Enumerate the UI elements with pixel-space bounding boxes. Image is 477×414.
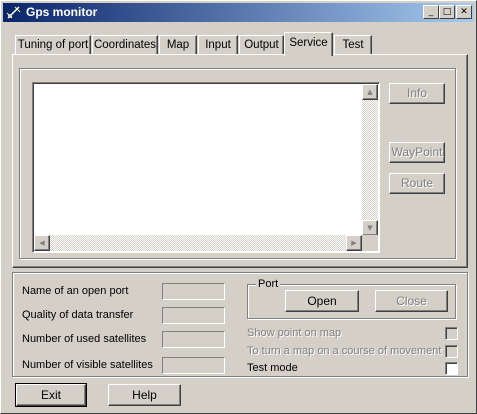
- tab-label: Coordinates: [93, 39, 156, 51]
- scroll-right-button[interactable]: ▶: [346, 235, 362, 251]
- tab-label: Service: [289, 37, 328, 49]
- route-button[interactable]: Route: [389, 173, 445, 194]
- turn-map-label: To turn a map on a course of movement: [247, 345, 442, 357]
- quality-label: Quality of data transfer: [22, 309, 134, 321]
- info-button[interactable]: Info: [389, 83, 445, 104]
- waypoint-button[interactable]: WayPoint: [389, 142, 445, 163]
- test-mode-checkbox[interactable]: [445, 362, 458, 375]
- close-icon: ✕: [460, 7, 468, 17]
- help-button[interactable]: Help: [108, 384, 181, 406]
- used-satellites-label: Number of used satellites: [22, 333, 147, 345]
- route-button-label: Route: [400, 176, 434, 190]
- exit-button[interactable]: Exit: [15, 383, 87, 407]
- tab-label: Input: [205, 39, 231, 51]
- scroll-down-button[interactable]: ▼: [362, 220, 378, 236]
- tab-label: Tuning of port: [17, 39, 89, 51]
- horizontal-scrollbar[interactable]: ◀ ▶: [34, 235, 362, 251]
- tab-coordinates[interactable]: Coordinates: [92, 35, 158, 55]
- close-port-button[interactable]: Close: [375, 290, 448, 312]
- window-title: Gps monitor: [26, 5, 98, 19]
- tab-service[interactable]: Service: [284, 32, 333, 56]
- tab-output[interactable]: Output: [239, 35, 284, 55]
- exit-button-label: Exit: [40, 388, 61, 402]
- visible-satellites-field: [162, 357, 225, 374]
- close-button-label: Close: [396, 294, 427, 308]
- tab-input[interactable]: Input: [198, 35, 238, 55]
- turn-map-checkbox[interactable]: [445, 345, 458, 358]
- scroll-left-button[interactable]: ◀: [34, 235, 50, 251]
- scroll-corner: [362, 235, 378, 251]
- minimize-button[interactable]: _: [423, 5, 439, 19]
- tab-map[interactable]: Map: [159, 35, 197, 55]
- maximize-button[interactable]: □: [439, 5, 455, 19]
- scroll-up-button[interactable]: ▲: [362, 84, 378, 100]
- maximize-icon: □: [442, 7, 452, 17]
- arrow-left-icon: ◀: [39, 239, 45, 247]
- vertical-scrollbar[interactable]: ▲ ▼: [362, 84, 378, 236]
- open-port-label: Name of an open port: [22, 285, 129, 297]
- arrow-down-icon: ▼: [367, 224, 373, 232]
- visible-satellites-label: Number of visible satellites: [22, 359, 153, 371]
- used-satellites-field: [162, 331, 225, 348]
- minimize-icon: _: [428, 7, 434, 17]
- app-window: Gps monitor _ □ ✕ Tuning of port Coordin…: [0, 0, 477, 414]
- help-button-label: Help: [132, 388, 157, 402]
- tab-test[interactable]: Test: [334, 35, 372, 55]
- satellite-icon: [6, 6, 21, 19]
- test-mode-label: Test mode: [247, 362, 298, 374]
- waypoint-button-label: WayPoint: [391, 145, 443, 159]
- service-listbox[interactable]: ▲ ▼ ◀ ▶: [32, 82, 380, 253]
- open-port-field: [162, 283, 225, 300]
- open-port-button[interactable]: Open: [285, 290, 359, 312]
- arrow-up-icon: ▲: [367, 88, 373, 96]
- tab-label: Output: [244, 39, 279, 51]
- show-point-label: Show point on map: [247, 327, 342, 339]
- tab-label: Test: [342, 39, 364, 51]
- close-button[interactable]: ✕: [456, 5, 472, 19]
- info-button-label: Info: [406, 86, 427, 100]
- port-group-title: Port: [256, 278, 281, 290]
- show-point-checkbox[interactable]: [445, 327, 458, 340]
- open-button-label: Open: [307, 294, 337, 308]
- tab-tuning-of-port[interactable]: Tuning of port: [15, 35, 91, 55]
- arrow-right-icon: ▶: [351, 239, 357, 247]
- quality-field: [162, 307, 225, 324]
- title-bar[interactable]: Gps monitor _ □ ✕: [3, 3, 474, 22]
- tab-label: Map: [166, 39, 190, 51]
